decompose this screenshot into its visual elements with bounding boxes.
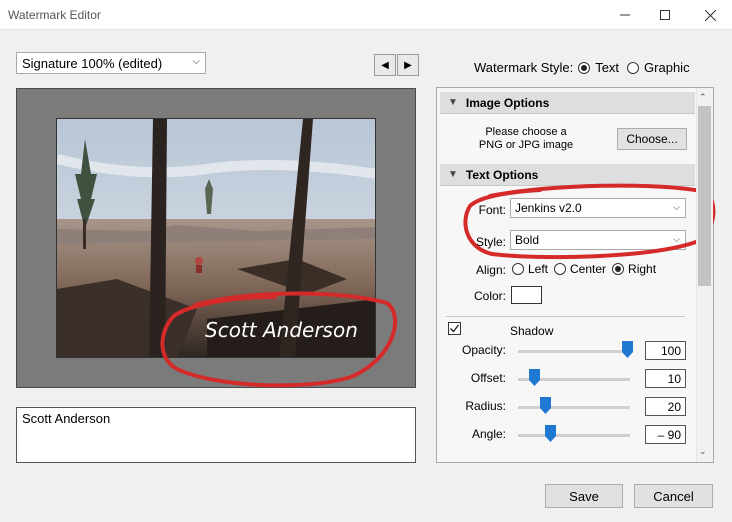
- arrow-left-icon: ◀: [381, 59, 389, 71]
- red-annotation-circle: [155, 287, 403, 391]
- opacity-label: Opacity:: [461, 343, 506, 357]
- choose-image-button[interactable]: Choose...: [617, 128, 687, 150]
- disclosure-triangle-icon: ▼: [448, 169, 458, 180]
- scrollbar-thumb[interactable]: [698, 106, 711, 286]
- chevron-down-icon: ⌵: [192, 56, 200, 67]
- align-right-radio[interactable]: [612, 263, 625, 275]
- minimize-icon: [620, 14, 630, 16]
- close-button[interactable]: [690, 0, 730, 30]
- image-options-header[interactable]: ▼ Image Options: [440, 92, 695, 114]
- window-title: Watermark Editor: [8, 8, 101, 22]
- watermark-style-graphic-radio[interactable]: [627, 61, 640, 74]
- text-color-swatch[interactable]: [511, 286, 542, 304]
- offset-slider-thumb[interactable]: [529, 369, 540, 386]
- watermark-style-graphic-label[interactable]: Graphic: [644, 60, 690, 75]
- red-annotation-ellipse: [460, 182, 718, 264]
- next-preset-button[interactable]: ▶: [397, 54, 419, 76]
- angle-slider-track[interactable]: [518, 434, 630, 437]
- watermark-style-text-label[interactable]: Text: [595, 60, 619, 75]
- image-options-title: Image Options: [465, 95, 550, 110]
- align-radio-group: Left Center Right: [512, 262, 656, 276]
- watermark-text-input[interactable]: Scott Anderson: [16, 407, 416, 463]
- scroll-down-icon[interactable]: ⌄: [699, 446, 707, 457]
- scroll-up-icon[interactable]: ⌃: [699, 92, 707, 103]
- align-right-label[interactable]: Right: [628, 262, 656, 276]
- align-center-radio[interactable]: [554, 263, 567, 275]
- maximize-icon: [660, 10, 670, 20]
- watermark-style-label: Watermark Style:: [474, 60, 574, 75]
- image-prompt: Please choose a PNG or JPG image: [470, 126, 582, 152]
- angle-slider-thumb[interactable]: [545, 425, 556, 442]
- align-center-label[interactable]: Center: [570, 262, 606, 276]
- disclosure-triangle-icon: ▼: [448, 97, 458, 108]
- watermark-style-group: Watermark Style: Text Graphic: [474, 60, 690, 75]
- offset-field[interactable]: 10: [645, 369, 686, 388]
- radius-slider-track[interactable]: [518, 406, 630, 409]
- shadow-label: Shadow: [510, 324, 554, 338]
- radius-label: Radius:: [465, 399, 506, 413]
- previous-preset-button[interactable]: ◀: [374, 54, 396, 76]
- shadow-checkbox[interactable]: [448, 322, 461, 335]
- checkmark-icon: [450, 324, 460, 333]
- offset-label: Offset:: [470, 371, 506, 385]
- opacity-slider-track[interactable]: [518, 350, 630, 353]
- preset-dropdown[interactable]: Signature 100% (edited) ⌵: [16, 52, 206, 74]
- preset-value: Signature 100% (edited): [22, 55, 163, 71]
- align-label: Align:: [475, 263, 506, 277]
- save-button[interactable]: Save: [545, 484, 623, 508]
- opacity-slider-thumb[interactable]: [622, 341, 633, 358]
- radius-field[interactable]: 20: [645, 397, 686, 416]
- angle-label: Angle:: [471, 427, 506, 441]
- text-options-title: Text Options: [465, 167, 539, 182]
- image-prompt-line1: Please choose a: [485, 126, 567, 138]
- align-left-label[interactable]: Left: [528, 262, 548, 276]
- divider: [446, 316, 685, 317]
- align-left-radio[interactable]: [512, 263, 524, 275]
- cancel-button[interactable]: Cancel: [634, 484, 713, 508]
- close-icon: [704, 9, 716, 21]
- angle-field[interactable]: – 90: [645, 425, 686, 444]
- radius-slider-thumb[interactable]: [540, 397, 551, 414]
- watermark-style-text-radio[interactable]: [578, 61, 591, 74]
- minimize-button[interactable]: [605, 0, 645, 30]
- image-prompt-line2: PNG or JPG image: [478, 139, 574, 151]
- color-label: Color:: [473, 289, 506, 303]
- maximize-button[interactable]: [645, 0, 685, 30]
- opacity-field[interactable]: 100: [645, 341, 686, 360]
- arrow-right-icon: ▶: [404, 59, 412, 71]
